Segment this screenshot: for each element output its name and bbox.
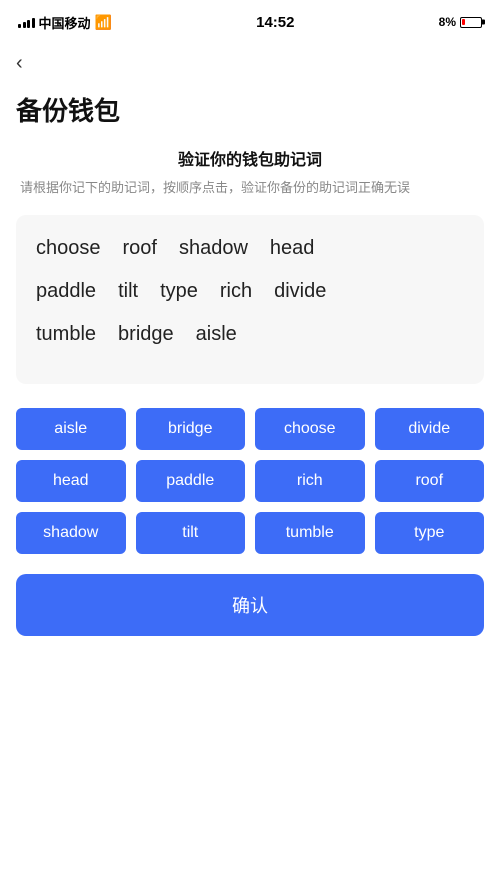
word-btn-divide[interactable]: divide [375, 408, 485, 450]
word-btn-rich[interactable]: rich [255, 460, 365, 502]
display-word-aisle: aisle [196, 323, 237, 346]
word-btn-choose[interactable]: choose [255, 408, 365, 450]
display-word-tumble: tumble [36, 323, 96, 346]
wifi-icon: 📶 [95, 14, 112, 31]
display-word-type: type [160, 280, 198, 303]
display-word-rich: rich [220, 280, 252, 303]
confirm-section: 确认 [0, 574, 500, 636]
word-btn-aisle[interactable]: aisle [16, 408, 126, 450]
word-buttons-section: aisle bridge choose divide head paddle r… [0, 408, 500, 554]
word-btn-head[interactable]: head [16, 460, 126, 502]
status-left: 中国移动 📶 [18, 13, 112, 32]
display-word-tilt: tilt [118, 280, 138, 303]
display-word-shadow: shadow [179, 237, 248, 260]
section-title: 验证你的钱包助记词 [0, 146, 500, 170]
status-right: 8% [439, 15, 482, 29]
word-row-1: choose roof shadow head [36, 237, 464, 274]
status-bar: 中国移动 📶 14:52 8% [0, 0, 500, 40]
display-word-bridge: bridge [118, 323, 174, 346]
signal-icon [18, 16, 35, 28]
word-btn-tumble[interactable]: tumble [255, 512, 365, 554]
page-title: 备份钱包 [0, 83, 500, 146]
section-desc: 请根据你记下的助记词，按顺序点击，验证你备份的助记词正确无误 [0, 178, 500, 199]
word-display-box: choose roof shadow head paddle tilt type… [16, 215, 484, 384]
confirm-button[interactable]: 确认 [16, 574, 484, 636]
word-btn-tilt[interactable]: tilt [136, 512, 246, 554]
word-btn-roof[interactable]: roof [375, 460, 485, 502]
battery-pct-label: 8% [439, 15, 456, 29]
time-label: 14:52 [256, 14, 294, 31]
display-word-head: head [270, 237, 315, 260]
display-word-choose: choose [36, 237, 101, 260]
word-btn-type[interactable]: type [375, 512, 485, 554]
word-btn-paddle[interactable]: paddle [136, 460, 246, 502]
display-word-roof: roof [123, 237, 157, 260]
battery-icon [460, 17, 482, 28]
display-word-divide: divide [274, 280, 326, 303]
carrier-label: 中国移动 [39, 13, 91, 32]
word-row-2: paddle tilt type rich divide [36, 280, 464, 317]
nav-area: ‹ [0, 40, 500, 83]
word-btn-bridge[interactable]: bridge [136, 408, 246, 450]
word-row-3: tumble bridge aisle [36, 323, 464, 360]
display-word-paddle: paddle [36, 280, 96, 303]
word-btn-shadow[interactable]: shadow [16, 512, 126, 554]
back-button[interactable]: ‹ [16, 48, 23, 79]
